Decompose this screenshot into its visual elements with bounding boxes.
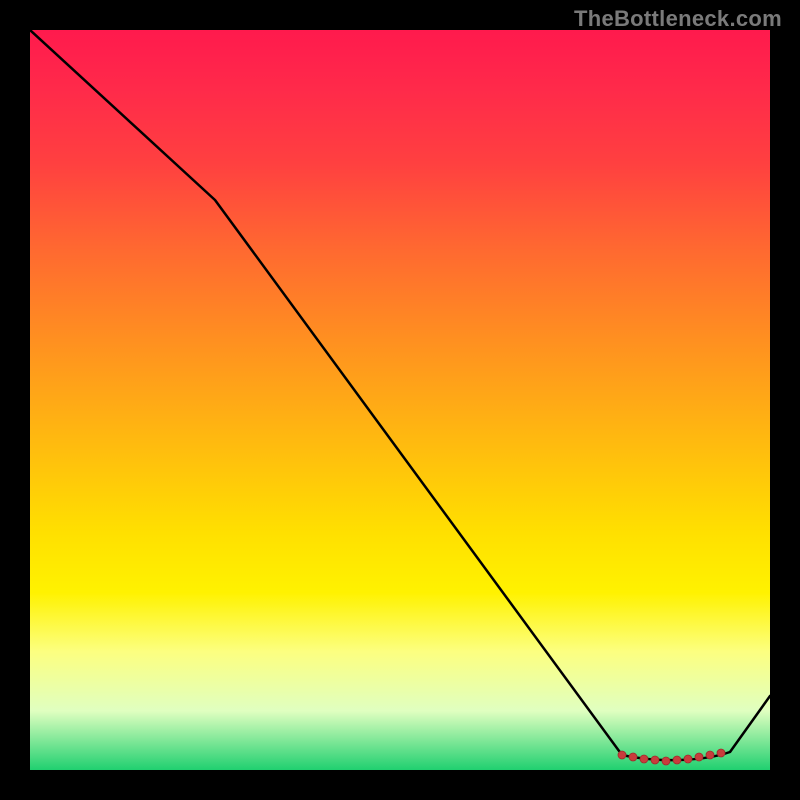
optimal-marker — [651, 756, 659, 764]
optimal-marker — [618, 751, 626, 759]
optimal-marker — [706, 751, 714, 759]
plot-area — [30, 30, 770, 770]
bottleneck-curve — [30, 30, 770, 760]
optimal-marker — [629, 753, 637, 761]
optimal-marker — [684, 755, 692, 763]
optimal-marker — [717, 749, 725, 757]
optimal-marker-group — [618, 749, 725, 765]
optimal-marker — [695, 753, 703, 761]
chart-svg — [30, 30, 770, 770]
optimal-marker — [640, 755, 648, 763]
optimal-marker — [662, 757, 670, 765]
optimal-marker — [673, 756, 681, 764]
chart-frame: TheBottleneck.com — [0, 0, 800, 800]
watermark-text: TheBottleneck.com — [574, 6, 782, 32]
